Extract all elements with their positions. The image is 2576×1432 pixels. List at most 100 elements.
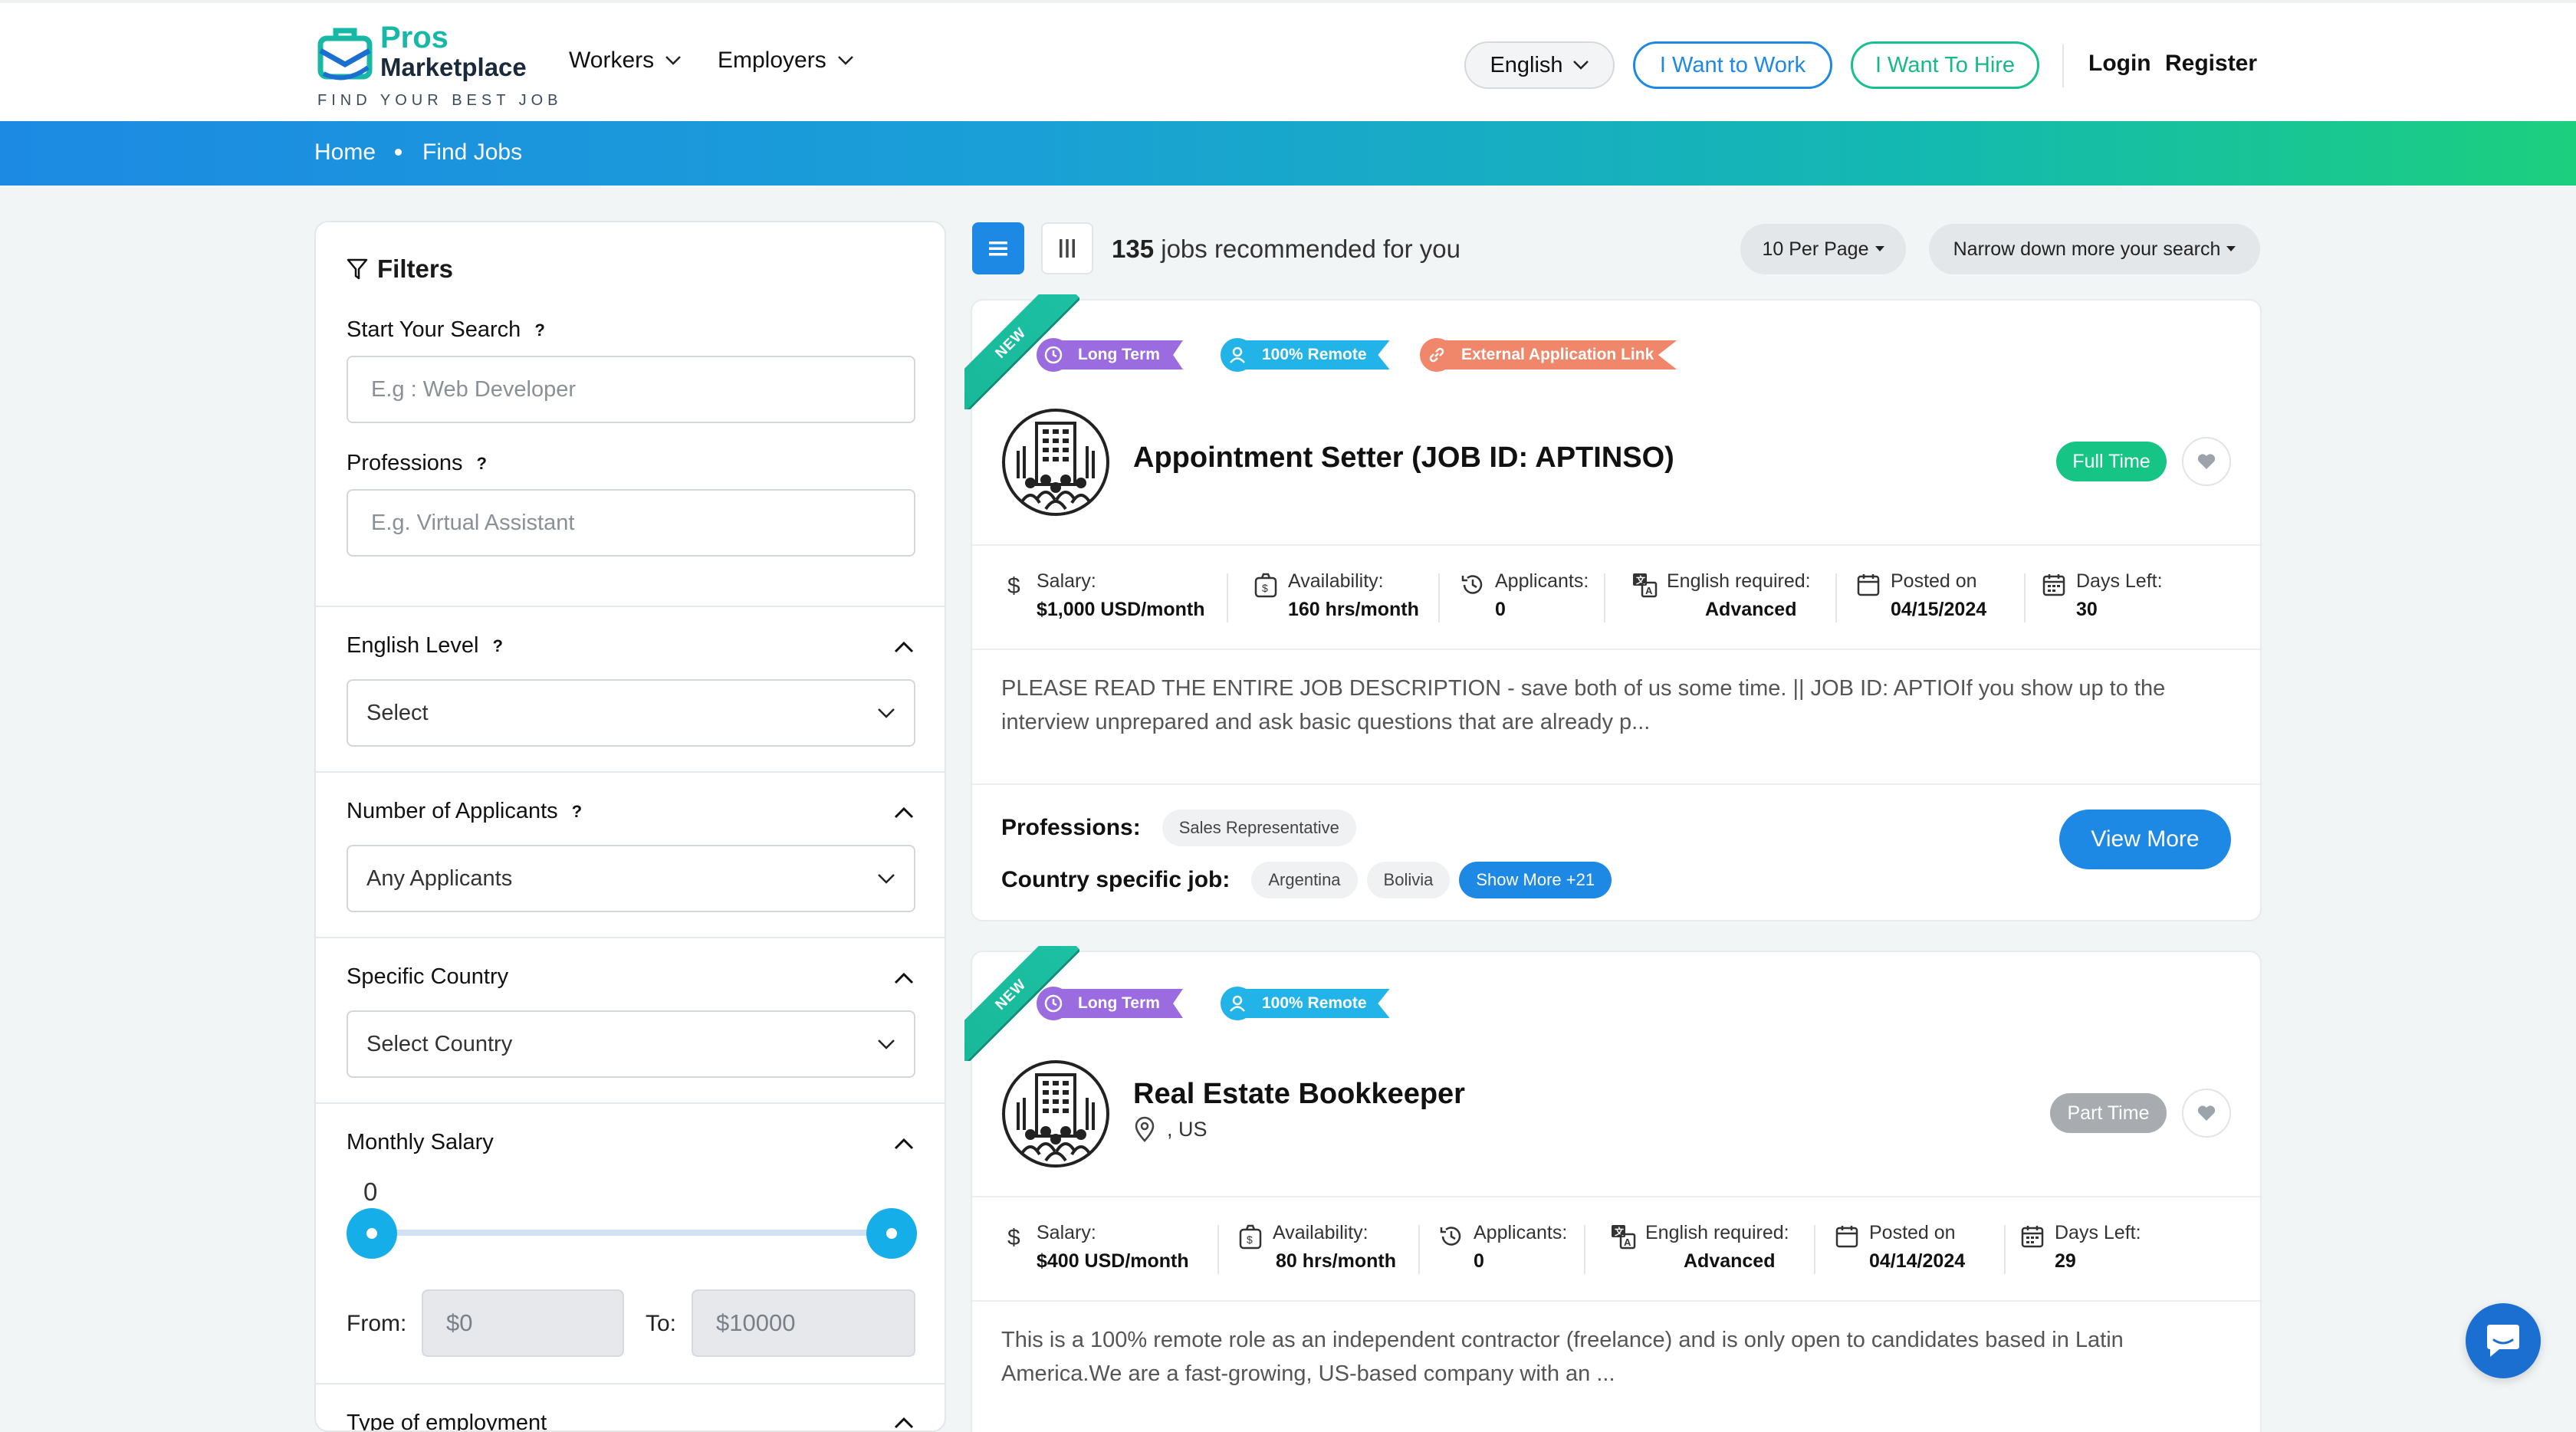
breadcrumb: Home Find Jobs bbox=[0, 121, 2576, 186]
nav-workers-label: Workers bbox=[569, 48, 655, 73]
list-view-button[interactable] bbox=[972, 222, 1024, 274]
user-icon bbox=[1221, 338, 1254, 372]
want-to-hire-button[interactable]: I Want To Hire bbox=[1851, 41, 2039, 89]
calendar-grid-icon bbox=[2021, 1226, 2044, 1248]
stat-days-left: Days Left: 29 bbox=[2019, 1222, 2141, 1273]
country-row-label: Country specific job: bbox=[1001, 867, 1230, 892]
svg-text:A: A bbox=[1624, 1237, 1631, 1248]
divider bbox=[1217, 1225, 1219, 1274]
salary-from-label: From: bbox=[347, 1311, 407, 1336]
history-icon bbox=[1461, 575, 1483, 594]
job-card[interactable]: NEW Long Term 100% Remote Real Estate Bo… bbox=[964, 946, 2262, 1432]
register-link[interactable]: Register bbox=[2165, 51, 2257, 77]
stat-label: Salary: bbox=[1037, 570, 1096, 592]
english-level-value: Select bbox=[366, 700, 429, 725]
country-select[interactable]: Select Country bbox=[347, 1010, 915, 1078]
stat-applicants: Applicants: 0 bbox=[1438, 1222, 1567, 1273]
tag-label: Long Term bbox=[1060, 989, 1183, 1018]
stat-value: Advanced bbox=[1705, 599, 1797, 620]
help-icon[interactable]: ? bbox=[572, 802, 582, 822]
job-card[interactable]: NEW Long Term 100% Remote External Appli… bbox=[964, 294, 2262, 921]
svg-text:$: $ bbox=[1007, 1225, 1020, 1250]
user-icon bbox=[1221, 987, 1254, 1020]
translate-icon: 文A bbox=[1633, 573, 1658, 598]
stat-value: 04/15/2024 bbox=[1891, 599, 1987, 620]
breadcrumb-home[interactable]: Home bbox=[314, 140, 376, 166]
professions-input[interactable]: E.g. Virtual Assistant bbox=[347, 489, 915, 557]
divider bbox=[316, 1383, 945, 1384]
heart-icon bbox=[2197, 454, 2216, 469]
job-location: , US bbox=[1133, 1116, 1208, 1142]
job-title[interactable]: Real Estate Bookkeeper bbox=[1133, 1078, 1465, 1111]
brand-logo[interactable]: Pros Marketplace FIND YOUR BEST JOB bbox=[316, 21, 558, 110]
caret-down-icon bbox=[1875, 246, 1884, 251]
grid-view-button[interactable] bbox=[1041, 222, 1093, 274]
stat-label: Salary: bbox=[1037, 1222, 1096, 1243]
site-header: Pros Marketplace FIND YOUR BEST JOB Work… bbox=[0, 0, 2576, 121]
help-icon[interactable]: ? bbox=[477, 454, 487, 474]
salary-to-input[interactable]: $10000 bbox=[692, 1289, 915, 1357]
breadcrumb-separator bbox=[395, 149, 402, 156]
divider bbox=[316, 606, 945, 607]
jobs-count: 135 jobs recommended for you bbox=[1112, 235, 1460, 264]
tag-label: Long Term bbox=[1060, 340, 1183, 369]
stat-posted: Posted on 04/15/2024 bbox=[1855, 570, 1986, 621]
want-to-work-button[interactable]: I Want to Work bbox=[1633, 41, 1832, 89]
chat-button[interactable] bbox=[2466, 1303, 2541, 1378]
english-level-label: English Level ? bbox=[347, 633, 503, 659]
english-level-select[interactable]: Select bbox=[347, 679, 915, 747]
chevron-up-icon[interactable] bbox=[892, 805, 915, 820]
chevron-up-icon[interactable] bbox=[892, 1415, 915, 1430]
help-icon[interactable]: ? bbox=[534, 320, 544, 340]
per-page-dropdown[interactable]: 10 Per Page bbox=[1740, 224, 1906, 274]
professions-label-text: Professions bbox=[347, 451, 463, 475]
help-icon[interactable]: ? bbox=[493, 636, 503, 656]
chevron-down-icon bbox=[665, 56, 682, 65]
login-link[interactable]: Login bbox=[2088, 51, 2151, 77]
chevron-up-icon[interactable] bbox=[892, 1136, 915, 1151]
view-more-button[interactable]: View More bbox=[2059, 810, 2231, 869]
svg-text:$: $ bbox=[1262, 582, 1268, 594]
divider bbox=[972, 783, 2260, 785]
professions-label: Professions ? bbox=[347, 451, 487, 476]
show-more-countries-button[interactable]: Show More +21 bbox=[1459, 862, 1612, 898]
language-selector[interactable]: English bbox=[1464, 41, 1615, 89]
brand-tagline: FIND YOUR BEST JOB bbox=[317, 92, 563, 109]
search-input[interactable]: E.g : Web Developer bbox=[347, 356, 915, 423]
chevron-down-icon bbox=[878, 874, 895, 884]
narrow-search-dropdown[interactable]: Narrow down more your search bbox=[1929, 224, 2260, 274]
jobs-count-suffix: jobs recommended for you bbox=[1161, 235, 1460, 263]
stat-salary: $ Salary: $400 USD/month bbox=[1001, 1222, 1189, 1273]
country-value: Select Country bbox=[366, 1031, 513, 1056]
svg-text:文: 文 bbox=[1636, 574, 1646, 586]
job-description: PLEASE READ THE ENTIRE JOB DESCRIPTION -… bbox=[1001, 676, 2166, 734]
chevron-down-icon bbox=[878, 708, 895, 718]
nav-workers[interactable]: Workers bbox=[569, 48, 682, 74]
salary-slider-track[interactable] bbox=[370, 1230, 891, 1236]
stat-availability: $ Availability: 80 hrs/month bbox=[1237, 1222, 1396, 1273]
applicants-select[interactable]: Any Applicants bbox=[347, 845, 915, 912]
stat-value: 80 hrs/month bbox=[1276, 1250, 1396, 1272]
narrow-search-label: Narrow down more your search bbox=[1953, 238, 2221, 260]
stat-value: 160 hrs/month bbox=[1288, 599, 1419, 620]
nav-employers[interactable]: Employers bbox=[718, 48, 854, 74]
favorite-button[interactable] bbox=[2182, 1089, 2231, 1138]
divider bbox=[972, 1196, 2260, 1197]
country-row: Country specific job: Argentina Bolivia … bbox=[1001, 862, 1612, 898]
calendar-icon bbox=[1835, 1226, 1858, 1248]
chevron-up-icon[interactable] bbox=[892, 971, 915, 986]
favorite-button[interactable] bbox=[2182, 437, 2231, 486]
tag-long-term: Long Term bbox=[1037, 987, 1183, 1020]
employment-type-badge: Full Time bbox=[2056, 442, 2167, 481]
brand-name-top: Pros bbox=[380, 21, 449, 54]
salary-slider-max-handle[interactable] bbox=[866, 1208, 917, 1259]
stat-days-left: Days Left: 30 bbox=[2041, 570, 2163, 621]
language-label: English bbox=[1490, 52, 1563, 77]
chevron-up-icon[interactable] bbox=[892, 639, 915, 655]
stat-value: 29 bbox=[2055, 1250, 2076, 1272]
salary-from-input[interactable]: $0 bbox=[422, 1289, 624, 1357]
company-building-icon bbox=[1002, 1060, 1109, 1168]
salary-slider-min-handle[interactable] bbox=[347, 1208, 397, 1259]
job-title[interactable]: Appointment Setter (JOB ID: APTINSO) bbox=[1133, 442, 1674, 475]
professions-row: Professions: Sales Representative bbox=[1001, 810, 1356, 846]
